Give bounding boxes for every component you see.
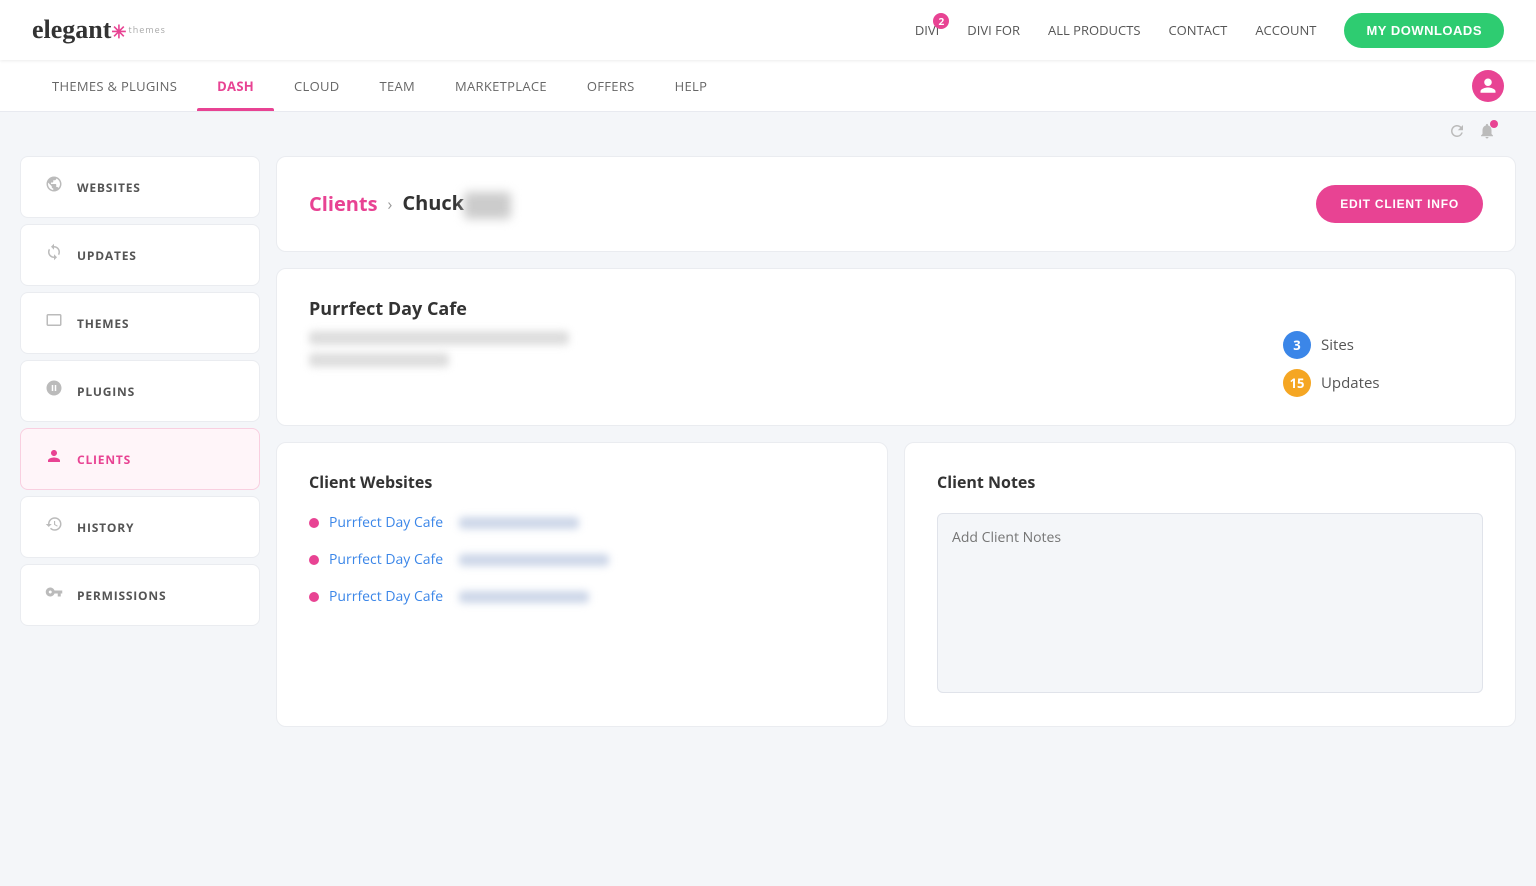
client-blurred-line-2 [309, 353, 449, 367]
logo-sub: themes [129, 23, 166, 36]
clients-icon [45, 447, 63, 471]
permissions-icon [45, 583, 63, 607]
top-navigation: elegant✳ themes DIVI 2 DIVI FOR ALL PROD… [0, 0, 1536, 60]
website-item-2: Purrfect Day Cafe [309, 550, 855, 569]
nav-contact[interactable]: CONTACT [1168, 21, 1227, 39]
notifications-icon[interactable] [1478, 122, 1496, 146]
secondary-navigation: THEMES & PLUGINS DASH CLOUD TEAM MARKETP… [0, 60, 1536, 112]
website-link-3[interactable]: Purrfect Day Cafe [329, 587, 443, 606]
tab-help[interactable]: HELP [655, 60, 728, 111]
client-websites-card: Client Websites Purrfect Day Cafe Purrfe… [276, 442, 888, 727]
divi-badge: 2 [933, 13, 949, 29]
website-blurred-2 [459, 554, 609, 566]
action-bar [0, 112, 1536, 156]
blurred-name [464, 192, 511, 219]
breadcrumb-arrow: › [388, 193, 393, 215]
nav-divi-for[interactable]: DIVI FOR [967, 21, 1020, 39]
avatar[interactable] [1472, 70, 1504, 102]
globe-icon [45, 175, 63, 199]
client-stats: 3 Sites 15 Updates [1283, 331, 1483, 397]
sidebar-item-history[interactable]: HISTORY [20, 496, 260, 558]
sidebar-item-websites[interactable]: WEBSITES [20, 156, 260, 218]
plugins-icon [45, 379, 63, 403]
sec-nav-items: THEMES & PLUGINS DASH CLOUD TEAM MARKETP… [32, 60, 727, 111]
main-layout: WEBSITES UPDATES THEMES [0, 156, 1536, 763]
sidebar: WEBSITES UPDATES THEMES [20, 156, 260, 743]
updates-badge: 15 [1283, 369, 1311, 397]
sidebar-updates-label: UPDATES [77, 247, 137, 264]
tab-team[interactable]: TEAM [360, 60, 436, 111]
logo[interactable]: elegant✳ themes [32, 15, 166, 45]
website-blurred-1 [459, 517, 579, 529]
sites-badge: 3 [1283, 331, 1311, 359]
tab-marketplace[interactable]: MARKETPLACE [435, 60, 567, 111]
sidebar-item-permissions[interactable]: PERMISSIONS [20, 564, 260, 626]
sec-nav-right [1472, 70, 1504, 102]
stat-sites: 3 Sites [1283, 331, 1483, 359]
nav-account[interactable]: ACCOUNT [1255, 21, 1316, 39]
website-item-1: Purrfect Day Cafe [309, 513, 855, 532]
tab-cloud[interactable]: CLOUD [274, 60, 360, 111]
website-dot-1 [309, 518, 319, 528]
tab-dash[interactable]: DASH [197, 60, 274, 111]
nav-divi[interactable]: DIVI 2 [915, 21, 939, 39]
website-blurred-3 [459, 591, 589, 603]
tab-themes-plugins[interactable]: THEMES & PLUGINS [32, 60, 197, 111]
notes-title: Client Notes [937, 471, 1483, 493]
breadcrumb-client-name: Chuck [402, 189, 510, 218]
sidebar-history-label: HISTORY [77, 519, 134, 536]
stat-updates: 15 Updates [1283, 369, 1483, 397]
client-details [309, 331, 1223, 375]
breadcrumb: Clients › Chuck [309, 189, 511, 218]
sidebar-clients-label: CLIENTS [77, 451, 131, 468]
client-notes-card: Client Notes [904, 442, 1516, 727]
notification-dot [1490, 120, 1498, 128]
sidebar-item-clients[interactable]: CLIENTS [20, 428, 260, 490]
sidebar-plugins-label: PLUGINS [77, 383, 135, 400]
content-area: Clients › Chuck EDIT CLIENT INFO Purrfec… [276, 156, 1516, 743]
sidebar-item-plugins[interactable]: PLUGINS [20, 360, 260, 422]
updates-icon [45, 243, 63, 267]
website-dot-2 [309, 555, 319, 565]
sidebar-themes-label: THEMES [77, 315, 129, 332]
client-info-row: 3 Sites 15 Updates [309, 331, 1483, 397]
top-nav-links: DIVI 2 DIVI FOR ALL PRODUCTS CONTACT ACC… [915, 13, 1504, 48]
refresh-icon[interactable] [1448, 122, 1466, 146]
history-icon [45, 515, 63, 539]
website-item-3: Purrfect Day Cafe [309, 587, 855, 606]
breadcrumb-clients-link[interactable]: Clients [309, 190, 378, 217]
notes-content: Client Notes [905, 443, 1515, 726]
sidebar-item-themes[interactable]: THEMES [20, 292, 260, 354]
client-blurred-line-1 [309, 331, 569, 345]
website-link-1[interactable]: Purrfect Day Cafe [329, 513, 443, 532]
my-downloads-button[interactable]: MY DOWNLOADS [1344, 13, 1504, 48]
breadcrumb-card: Clients › Chuck EDIT CLIENT INFO [276, 156, 1516, 252]
two-column-section: Client Websites Purrfect Day Cafe Purrfe… [276, 442, 1516, 743]
nav-all-products[interactable]: ALL PRODUCTS [1048, 21, 1141, 39]
sidebar-websites-label: WEBSITES [77, 179, 141, 196]
website-dot-3 [309, 592, 319, 602]
tab-offers[interactable]: OFFERS [567, 60, 655, 111]
sites-label: Sites [1321, 335, 1354, 355]
sidebar-permissions-label: PERMISSIONS [77, 587, 166, 604]
edit-client-info-button[interactable]: EDIT CLIENT INFO [1316, 185, 1483, 223]
client-name-title: Purrfect Day Cafe [309, 297, 1483, 321]
sidebar-item-updates[interactable]: UPDATES [20, 224, 260, 286]
websites-content: Client Websites Purrfect Day Cafe Purrfe… [277, 443, 887, 652]
updates-label: Updates [1321, 373, 1380, 393]
websites-title: Client Websites [309, 471, 855, 493]
client-info-card: Purrfect Day Cafe 3 Sites 15 Updates [276, 268, 1516, 426]
website-link-2[interactable]: Purrfect Day Cafe [329, 550, 443, 569]
client-notes-textarea[interactable] [937, 513, 1483, 693]
themes-icon [45, 311, 63, 335]
